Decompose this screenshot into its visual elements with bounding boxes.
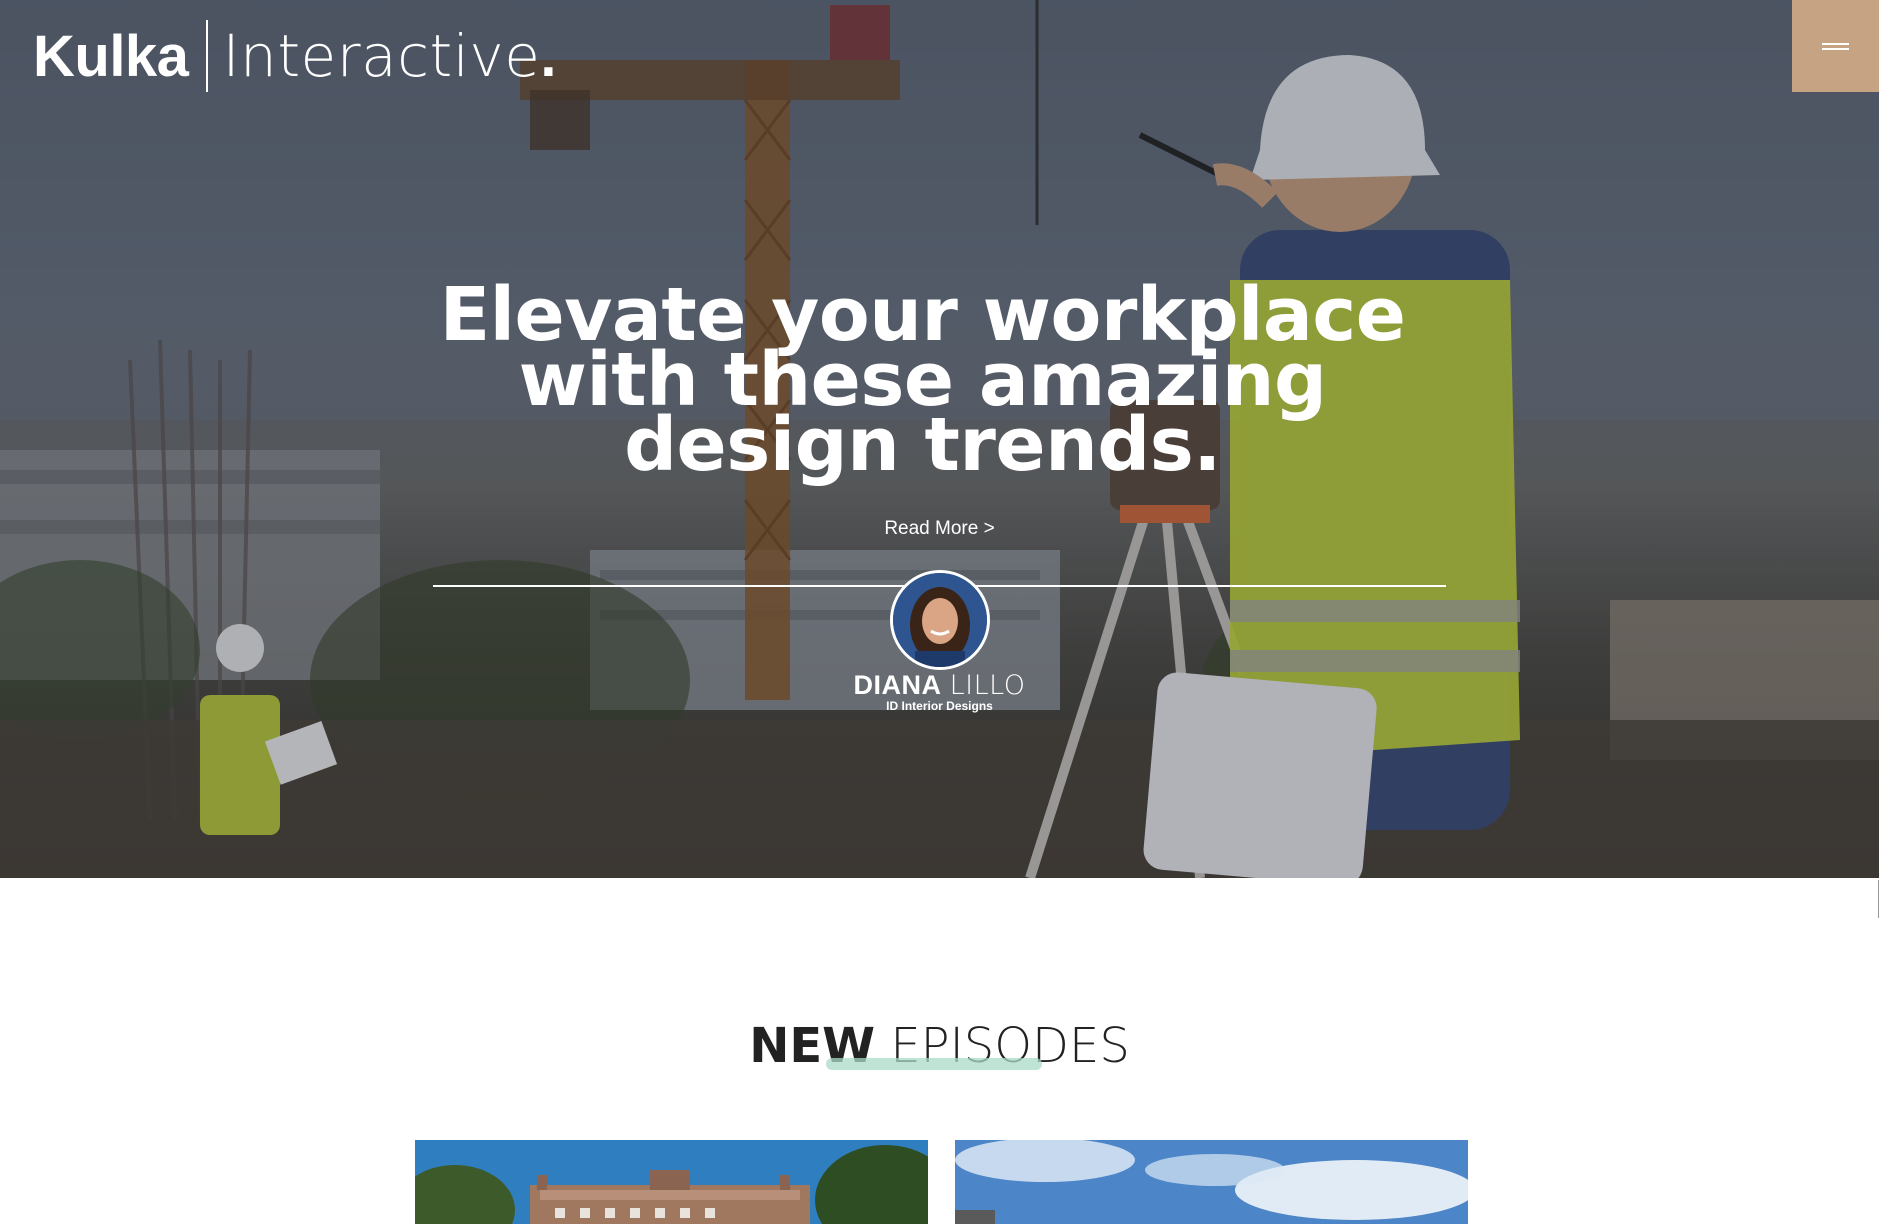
author-avatar [890, 570, 990, 670]
hero-headline: Elevate your workplace with these amazin… [439, 272, 1406, 488]
author-name: DIANA LILLO [0, 670, 1879, 701]
title-underline-swash [826, 1058, 1042, 1070]
episode-card[interactable] [415, 1140, 928, 1224]
author-photo [893, 573, 987, 667]
episode-card[interactable] [955, 1140, 1468, 1224]
logo-dot: . [540, 23, 557, 89]
hamburger-icon [1822, 40, 1849, 53]
logo-divider [206, 20, 209, 92]
episode-thumbnail [955, 1140, 1468, 1224]
logo-sub: Interactive [222, 22, 541, 90]
author-company: ID Interior Designs [886, 699, 993, 713]
author-first-name: DIANA [853, 670, 942, 700]
author-last-name: LILLO [949, 670, 1026, 701]
hero-section: Kulka Interactive . Elevate your workpla… [0, 0, 1879, 878]
site-logo[interactable]: Kulka Interactive . [33, 20, 557, 92]
menu-button[interactable] [1792, 0, 1879, 92]
episode-thumbnail [415, 1140, 928, 1224]
logo-brand: Kulka [33, 23, 189, 89]
read-more-link[interactable]: Read More > [0, 518, 1879, 540]
